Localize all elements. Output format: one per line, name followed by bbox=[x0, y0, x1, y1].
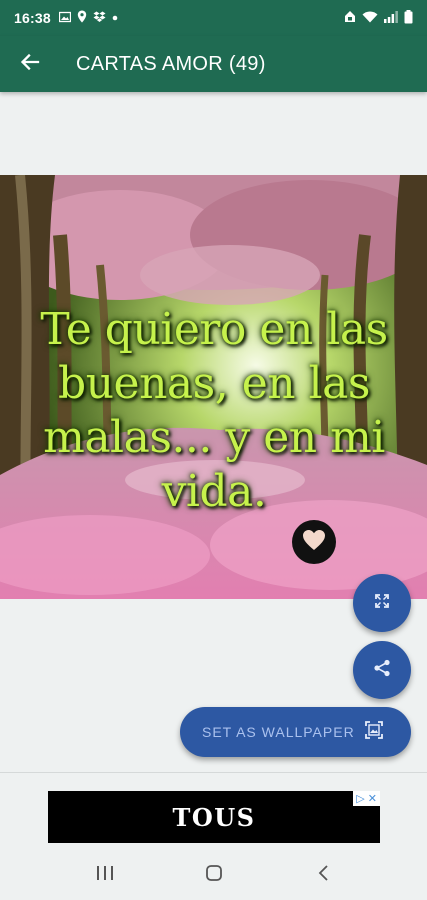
divider bbox=[0, 772, 427, 773]
ad-brand-text: TOUS bbox=[172, 802, 256, 832]
system-nav-bar bbox=[0, 850, 427, 900]
chevron-left-icon bbox=[317, 864, 329, 887]
app-bar: CARTAS AMOR (49) bbox=[0, 36, 427, 92]
lock-icon bbox=[344, 10, 356, 26]
recent-apps-button[interactable] bbox=[85, 855, 125, 895]
arrow-left-icon bbox=[20, 52, 40, 77]
set-wallpaper-label: SET AS WALLPAPER bbox=[202, 724, 355, 740]
ad-banner[interactable]: TOUS ▷ ✕ bbox=[48, 791, 380, 843]
battery-icon bbox=[404, 9, 413, 27]
expand-button[interactable] bbox=[353, 574, 411, 632]
wifi-icon bbox=[362, 10, 378, 26]
share-icon bbox=[373, 659, 391, 682]
page-title: CARTAS AMOR (49) bbox=[76, 52, 266, 75]
home-button[interactable] bbox=[194, 855, 234, 895]
status-bar: 16:38 bbox=[0, 0, 427, 36]
system-back-button[interactable] bbox=[303, 855, 343, 895]
back-button[interactable] bbox=[0, 36, 60, 92]
heart-icon bbox=[302, 529, 326, 556]
dropbox-icon bbox=[93, 11, 106, 26]
wallpaper-icon bbox=[364, 720, 383, 744]
status-right-icons bbox=[344, 9, 413, 27]
recent-apps-icon bbox=[96, 865, 114, 886]
image-icon bbox=[58, 11, 71, 26]
share-button[interactable] bbox=[353, 641, 411, 699]
love-card-image[interactable]: Te quiero en las buenas, en las malas...… bbox=[0, 175, 427, 599]
set-wallpaper-button[interactable]: SET AS WALLPAPER bbox=[180, 707, 411, 757]
dot-icon bbox=[112, 12, 118, 24]
adchoices-icon[interactable]: ▷ ✕ bbox=[353, 791, 380, 806]
location-icon bbox=[77, 10, 87, 26]
expand-icon bbox=[374, 593, 390, 614]
signal-icon bbox=[384, 10, 398, 26]
home-icon bbox=[205, 864, 223, 887]
status-time: 16:38 bbox=[14, 10, 51, 26]
favorite-button[interactable] bbox=[292, 520, 336, 564]
love-quote-text: Te quiero en las buenas, en las malas...… bbox=[40, 304, 388, 517]
